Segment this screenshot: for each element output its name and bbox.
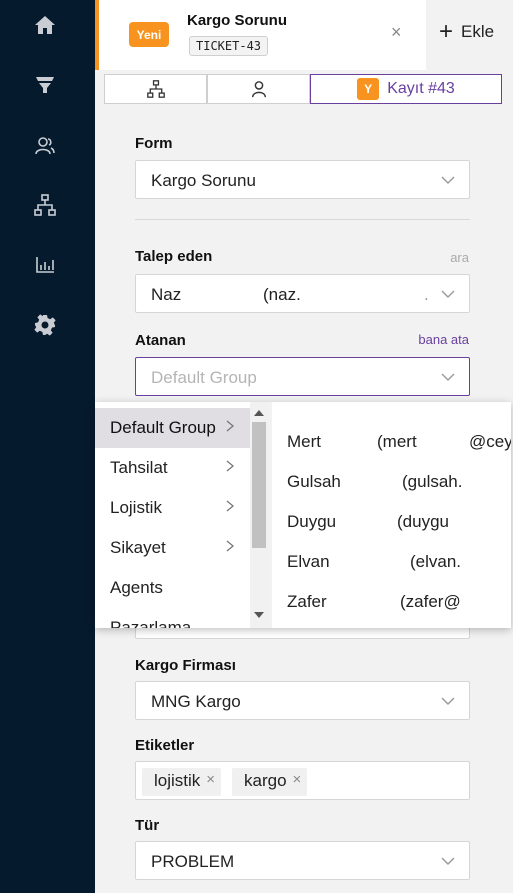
tag-chip: kargo × (232, 768, 308, 796)
gear-icon[interactable] (30, 310, 60, 340)
user-icon (251, 81, 266, 98)
group-label: Lojistik (110, 498, 162, 517)
agent-handle: (mert (377, 432, 417, 451)
chevron-right-icon (226, 460, 235, 472)
type-label: Tür (135, 817, 160, 834)
tag-label: lojistik (154, 771, 201, 790)
group-list: Default Group Tahsilat Lojistik Sikayet … (95, 402, 250, 628)
assignee-placeholder: Default Group (151, 368, 257, 387)
group-label: Agents (110, 578, 163, 597)
group-label: Tahsilat (110, 458, 168, 477)
chart-icon[interactable] (30, 250, 60, 280)
tab-bar: Yeni Kargo Sorunu TICKET-43 × + Ekle (95, 0, 513, 70)
requester-select[interactable]: Naz (naz. . (135, 274, 470, 313)
agent-item[interactable]: Elvan (elvan. (272, 542, 511, 582)
remove-tag-icon[interactable]: × (293, 771, 302, 796)
agent-item[interactable]: Zafer (zafer@ (272, 582, 511, 622)
agent-item[interactable]: Gulsah (gulsah. (272, 462, 511, 502)
agent-handle: (gulsah. (402, 472, 463, 491)
group-label: Default Group (110, 418, 216, 437)
sub-tabs: Y Kayıt #43 (104, 74, 502, 104)
chevron-down-icon (441, 373, 455, 381)
agent-item[interactable]: Mert (mert @cey (272, 422, 511, 462)
requester-name: Naz (151, 285, 182, 304)
type-value: PROBLEM (151, 852, 235, 871)
assignee-dropdown: Default Group Tahsilat Lojistik Sikayet … (95, 402, 511, 628)
add-tab-label: Ekle (461, 22, 495, 41)
ticket-code: TICKET-43 (189, 36, 269, 56)
scroll-down-arrow-icon[interactable] (254, 612, 264, 618)
group-item-lojistik[interactable]: Lojistik (95, 488, 250, 528)
agent-name: Mert (287, 432, 321, 451)
close-tab-icon[interactable]: × (391, 22, 402, 43)
add-tab-button[interactable]: + Ekle (439, 20, 494, 44)
tab-title: Kargo Sorunu (187, 12, 287, 29)
group-scrollbar[interactable] (250, 402, 268, 628)
group-item-agents[interactable]: Agents (95, 568, 250, 608)
hierarchy-icon (146, 80, 165, 98)
tab-user[interactable] (207, 74, 310, 104)
requester-search-link[interactable]: ara (450, 250, 469, 265)
agent-handle: (elvan. (410, 552, 462, 571)
group-label: Pazarlama (110, 618, 192, 628)
chevron-right-icon (226, 540, 235, 552)
agent-name: Zafer (287, 592, 327, 611)
agent-extra: @cey (469, 432, 511, 451)
hierarchy-icon[interactable] (30, 190, 60, 220)
agent-name: Duygu (287, 512, 337, 531)
group-item-sikayet[interactable]: Sikayet (95, 528, 250, 568)
tags-label: Etiketler (135, 737, 195, 754)
cargo-select[interactable]: MNG Kargo (135, 681, 470, 720)
record-badge: Y (357, 78, 380, 100)
group-item-tahsilat[interactable]: Tahsilat (95, 448, 250, 488)
scrollbar-thumb[interactable] (252, 422, 266, 548)
assignee-label: Atanan (135, 332, 186, 349)
agent-name: Elvan (287, 552, 330, 571)
chevron-right-icon (226, 500, 235, 512)
agent-handle: (zafer@ (400, 592, 461, 611)
chevron-down-icon (441, 697, 455, 705)
group-label: Sikayet (110, 538, 166, 557)
agent-handle: (duygu (397, 512, 449, 531)
agent-list: Mert (mert @cey Gulsah (gulsah. Duygu (d… (272, 402, 511, 628)
assign-to-me-link[interactable]: bana ata (418, 332, 469, 347)
record-label: Kayıt #43 (387, 80, 455, 97)
group-item-pazarlama[interactable]: Pazarlama (95, 608, 250, 628)
divider (135, 219, 470, 220)
cargo-label: Kargo Firması (135, 657, 236, 674)
funnel-icon[interactable] (30, 70, 60, 100)
tab-hierarchy[interactable] (104, 74, 207, 104)
tag-chip: lojistik × (142, 768, 222, 796)
chevron-down-icon (441, 290, 455, 298)
tab-record[interactable]: Y Kayıt #43 (310, 74, 502, 104)
form-select-value: Kargo Sorunu (151, 171, 256, 190)
requester-tail: . (424, 285, 429, 304)
form-select[interactable]: Kargo Sorunu (135, 160, 470, 199)
group-item-default[interactable]: Default Group (95, 408, 250, 448)
agent-item[interactable]: Duygu (duygu (272, 502, 511, 542)
chevron-right-icon (226, 420, 235, 432)
ticket-tab[interactable]: Yeni Kargo Sorunu TICKET-43 × (95, 0, 426, 70)
cargo-value: MNG Kargo (151, 692, 241, 711)
assignee-select[interactable]: Default Group (135, 357, 470, 396)
left-navigation (0, 0, 95, 893)
users-icon[interactable] (30, 130, 60, 160)
tag-label: kargo (244, 771, 287, 790)
type-select[interactable]: PROBLEM (135, 841, 470, 880)
home-icon[interactable] (30, 10, 60, 40)
form-label: Form (135, 135, 173, 152)
chevron-down-icon (441, 176, 455, 184)
requester-handle: (naz. (263, 285, 301, 304)
remove-tag-icon[interactable]: × (206, 771, 215, 796)
requester-label: Talep eden (135, 248, 213, 265)
plus-icon: + (439, 18, 454, 45)
chevron-down-icon (441, 857, 455, 865)
scroll-up-arrow-icon[interactable] (254, 410, 264, 416)
agent-name: Gulsah (287, 472, 341, 491)
status-badge: Yeni (129, 22, 169, 47)
tags-input[interactable]: lojistik × kargo × (135, 761, 470, 800)
